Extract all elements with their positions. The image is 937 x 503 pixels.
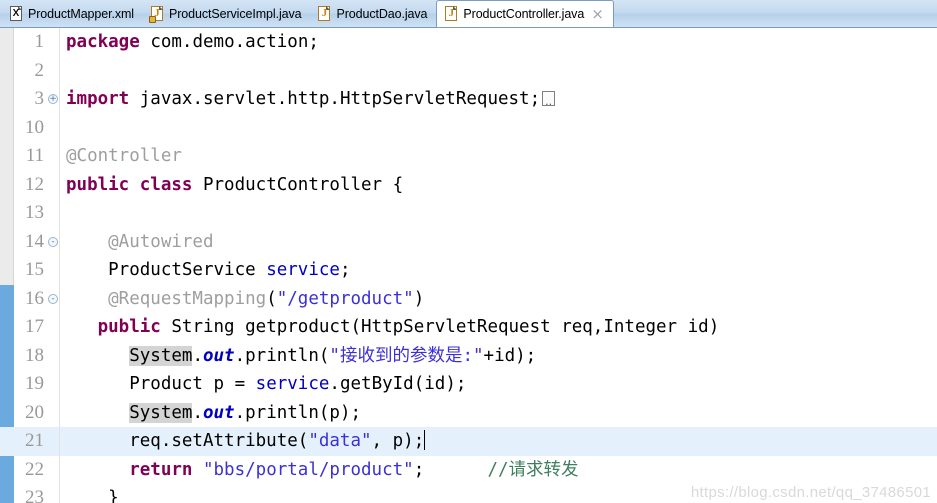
line-gutter: [46, 455, 60, 484]
code-line-current[interactable]: 21 req.setAttribute("data", p);: [0, 427, 937, 456]
code-line[interactable]: 1 package com.demo.action;: [0, 28, 937, 57]
line-number: 20: [25, 401, 44, 423]
line-number: 18: [25, 344, 44, 366]
code-line-content: public class ProductController {: [66, 174, 404, 195]
code-line[interactable]: 2: [0, 56, 937, 85]
code-editor[interactable]: 1 package com.demo.action; 2 3 + import …: [0, 28, 937, 503]
editor-tab-bar: X ProductMapper.xml J ProductServiceImpl…: [0, 0, 937, 28]
line-gutter: [46, 170, 60, 199]
tab-label: ProductServiceImpl.java: [169, 6, 302, 21]
code-line[interactable]: 15 ProductService service;: [0, 256, 937, 285]
java-file-icon: J: [149, 5, 164, 23]
code-line[interactable]: 22 return "bbs/portal/product"; //请求转发: [0, 455, 937, 484]
line-gutter: [46, 370, 60, 399]
lock-icon: [149, 15, 156, 23]
tab-label: ProductDao.java: [336, 6, 428, 21]
fold-collapse-icon[interactable]: -: [48, 293, 58, 304]
line-number: 15: [25, 259, 44, 281]
fold-expand-icon[interactable]: +: [48, 94, 58, 105]
line-number: 13: [25, 202, 44, 224]
line-number: 1: [34, 31, 45, 53]
tab-product-service-impl-java[interactable]: J ProductServiceImpl.java: [143, 0, 310, 27]
collapsed-imports-box[interactable]: [542, 88, 556, 113]
line-gutter: [46, 484, 60, 503]
line-gutter: [46, 56, 60, 85]
java-file-icon: J: [317, 5, 331, 22]
code-text-area[interactable]: 1 package com.demo.action; 2 3 + import …: [0, 28, 937, 503]
line-gutter: [46, 427, 60, 456]
java-icon-glyph: J: [448, 7, 455, 19]
code-line[interactable]: 17 public String getproduct(HttpServletR…: [0, 313, 937, 342]
code-line[interactable]: 13: [0, 199, 937, 228]
line-number: 3 +: [34, 88, 58, 110]
code-line[interactable]: 10: [0, 113, 937, 142]
line-number: 21: [25, 430, 44, 452]
code-line-content: @RequestMapping("/getproduct"): [66, 288, 425, 309]
code-line[interactable]: 16 - @RequestMapping("/getproduct"): [0, 284, 937, 313]
code-line-content: package com.demo.action;: [66, 32, 319, 53]
line-number: 22: [25, 458, 44, 480]
tab-product-mapper-xml[interactable]: X ProductMapper.xml: [2, 0, 143, 27]
line-gutter: [46, 113, 60, 142]
code-line[interactable]: 11 @Controller: [0, 142, 937, 171]
code-line-content: System.out.println(p);: [129, 402, 362, 423]
line-number: 17: [25, 316, 44, 338]
line-number: 14 -: [0, 231, 58, 253]
code-line[interactable]: 20 System.out.println(p);: [0, 398, 937, 427]
line-gutter: [46, 142, 60, 171]
code-line-content: req.setAttribute("data", p);: [60, 427, 937, 456]
xml-file-icon: X: [9, 5, 23, 22]
code-line-content: @Controller: [66, 146, 182, 167]
code-line[interactable]: 14 - @Autowired: [0, 227, 937, 256]
tab-product-controller-java[interactable]: J ProductController.java ×: [436, 0, 614, 27]
eclipse-editor-window: X ProductMapper.xml J ProductServiceImpl…: [0, 0, 937, 503]
tab-label: ProductMapper.xml: [28, 6, 134, 21]
code-line-content: public String getproduct(HttpServletRequ…: [97, 317, 720, 338]
java-file-icon: J: [444, 6, 458, 22]
code-line-content: ProductService service;: [66, 260, 351, 281]
line-number: 12: [25, 173, 44, 195]
code-line[interactable]: 3 + import javax.servlet.http.HttpServle…: [0, 85, 937, 114]
line-gutter: [46, 28, 60, 57]
code-line-content: import javax.servlet.http.HttpServletReq…: [60, 85, 937, 113]
line-number: 10: [25, 116, 44, 138]
line-gutter: [46, 256, 60, 285]
text-cursor: [424, 430, 426, 451]
code-line-content: Product p = service.getById(id);: [66, 374, 467, 395]
close-icon[interactable]: ×: [591, 7, 604, 22]
tab-label: ProductController.java: [463, 7, 585, 21]
line-gutter: [46, 341, 60, 370]
code-line[interactable]: 23 }: [0, 484, 937, 503]
fold-collapse-icon[interactable]: -: [48, 236, 58, 247]
line-number: 11: [25, 145, 44, 167]
code-line[interactable]: 19 Product p = service.getById(id);: [0, 370, 937, 399]
code-line[interactable]: 12 public class ProductController {: [0, 170, 937, 199]
tab-product-dao-java[interactable]: J ProductDao.java: [310, 0, 436, 27]
code-line-content: }: [66, 488, 119, 503]
line-number: 23: [25, 487, 44, 503]
line-number: 19: [25, 373, 44, 395]
line-number: 16 -: [0, 288, 58, 310]
line-gutter: [46, 199, 60, 228]
line-number: 2: [34, 59, 45, 81]
java-icon-glyph: J: [321, 6, 328, 19]
line-gutter: [46, 313, 60, 342]
code-line[interactable]: 18 System.out.println("接收到的参数是:"+id);: [0, 341, 937, 370]
line-gutter: [46, 398, 60, 427]
xml-icon-glyph: X: [12, 7, 20, 19]
code-line-content: System.out.println("接收到的参数是:"+id);: [129, 345, 537, 366]
code-line-content: return "bbs/portal/product"; //请求转发: [129, 459, 579, 480]
code-line-content: @Autowired: [66, 231, 214, 252]
